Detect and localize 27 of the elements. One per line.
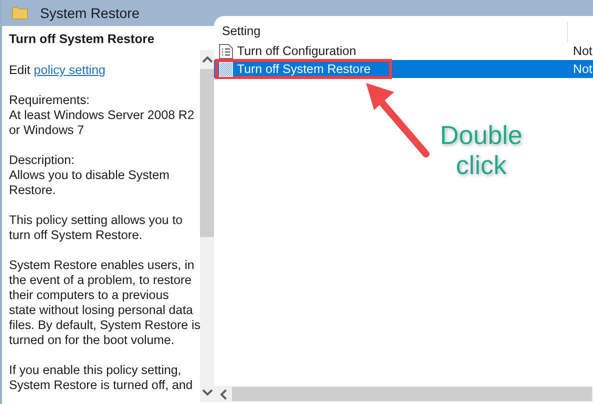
annotation-text: Double click [440,120,522,180]
description-paragraph: Requirements: At least Windows Server 2008 R2 or Windows 7 [9,93,196,138]
horizontal-scrollbar[interactable] [214,386,593,402]
description-paragraph: System Restore enables users, in the event of a problem, to restore their computers to a previous state without losing personal data files. By default, System Restore is turned on for the boot volume. [9,258,200,348]
setting-state: Not [573,44,593,58]
folder-icon [12,6,28,20]
setting-row[interactable]: Turn off Configuration Not [214,42,593,60]
setting-name: Turn off Configuration [237,44,358,58]
vertical-scrollbar[interactable] [200,50,214,402]
setting-row[interactable]: Turn off System Restore Not [214,60,593,78]
policy-icon [219,62,233,76]
window-title: System Restore [40,5,140,21]
scroll-up-icon[interactable] [202,56,213,63]
description-paragraph: If you enable this policy setting, System Restore is turned off, and [9,363,194,393]
column-header[interactable]: Setting [222,24,261,42]
scroll-left-icon[interactable] [220,388,227,400]
scrollbar-thumb[interactable] [232,387,592,401]
policy-heading: Turn off System Restore [9,32,156,47]
setting-state: Not [573,62,593,76]
edit-label: Edit [9,63,32,77]
scrollbar-thumb[interactable] [200,69,214,237]
policy-icon [219,44,233,58]
policy-setting-link[interactable]: policy setting [34,63,106,77]
description-paragraph: Description: Allows you to disable System Restore. [9,153,170,198]
scroll-down-icon[interactable] [202,389,213,396]
description-paragraph: This policy setting allows you to turn off System Restore. [9,213,184,243]
setting-name: Turn off System Restore [237,62,371,76]
